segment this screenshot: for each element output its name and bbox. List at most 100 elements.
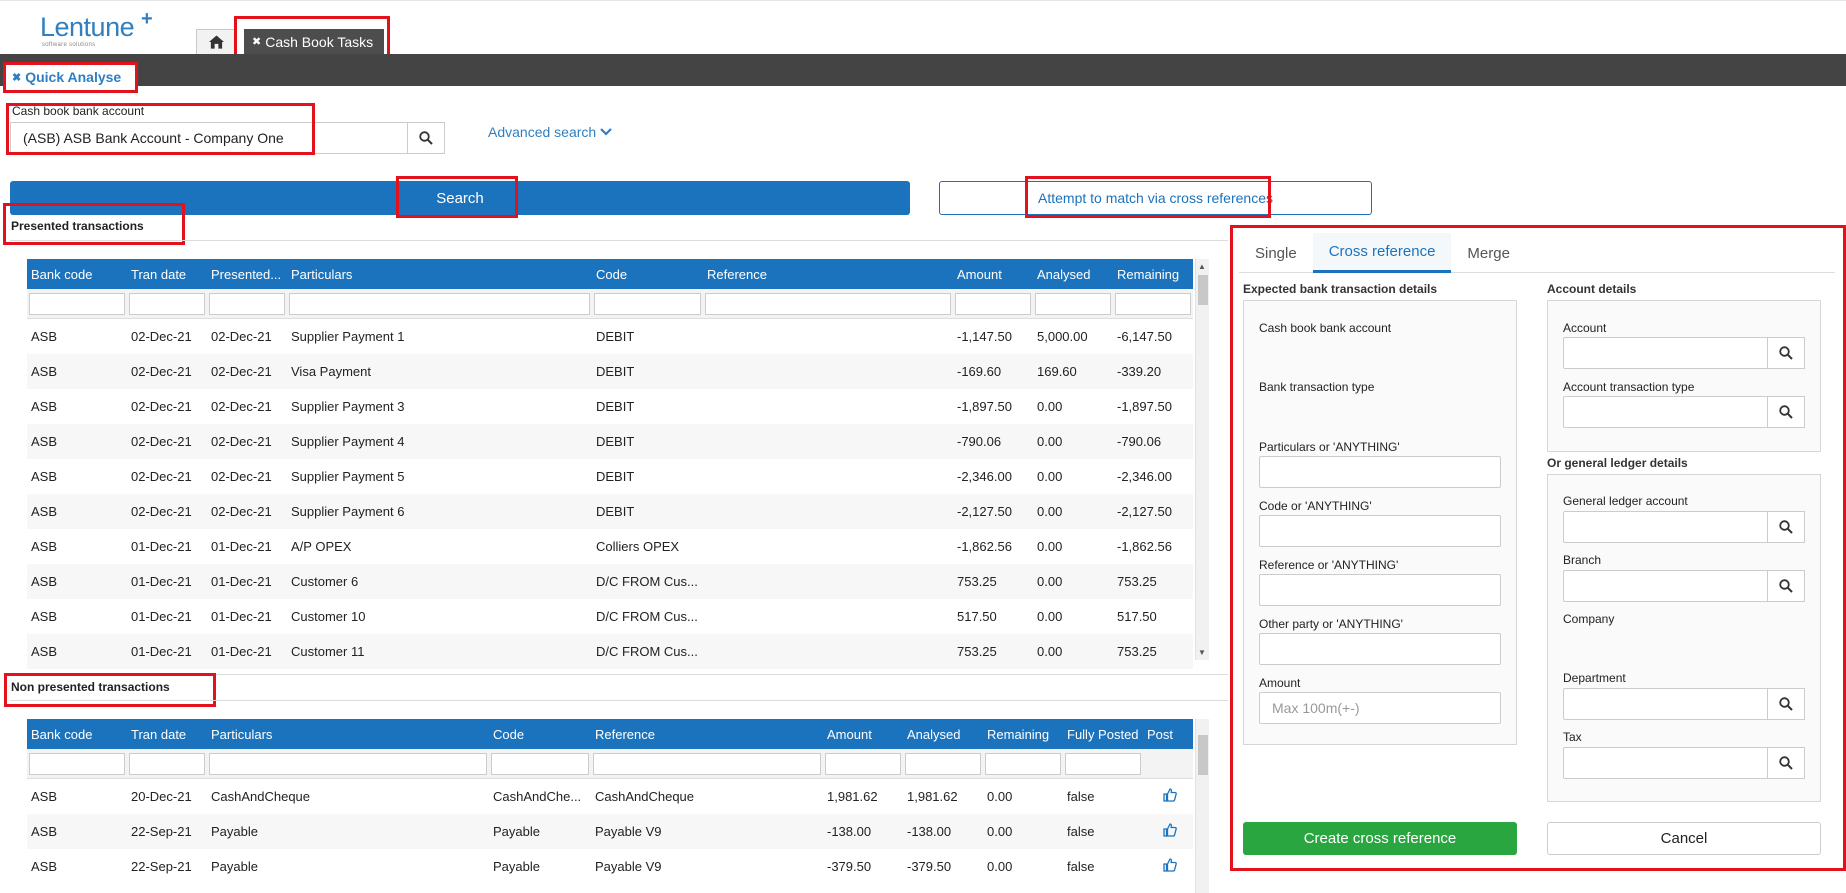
table-cell: Payable bbox=[211, 859, 258, 874]
table-cell: CashAndCheque bbox=[595, 789, 695, 804]
column-header[interactable]: Amount bbox=[823, 727, 903, 742]
column-header[interactable]: Amount bbox=[953, 267, 1033, 282]
filter-input[interactable] bbox=[825, 752, 901, 775]
table-row[interactable]: ASB 02-Dec-21 02-Dec-21 Supplier Payment 4 D… bbox=[27, 424, 1193, 459]
filter-input[interactable] bbox=[209, 752, 487, 775]
column-header[interactable]: Tran date bbox=[127, 727, 207, 742]
cash-book-account-search-button[interactable] bbox=[407, 122, 445, 154]
code-input[interactable] bbox=[1259, 515, 1501, 547]
filter-input[interactable] bbox=[705, 292, 951, 315]
table-row[interactable]: ASB 01-Dec-21 01-Dec-21 Customer 10 D/C FROM… bbox=[27, 599, 1193, 634]
amount-input[interactable]: Max 100m(+-) bbox=[1259, 692, 1501, 724]
column-header[interactable]: Analysed bbox=[903, 727, 983, 742]
table-row[interactable]: ASB 22-Sep-21 Payable Payable Payable V9 -138… bbox=[27, 814, 1193, 849]
column-header[interactable]: Reference bbox=[591, 727, 823, 742]
tax-input[interactable] bbox=[1563, 747, 1769, 779]
presented-scrollbar[interactable]: ▲ ▼ bbox=[1195, 259, 1209, 660]
match-cross-references-button[interactable]: Attempt to match via cross references bbox=[939, 181, 1372, 215]
table-cell: DEBIT bbox=[596, 434, 635, 449]
scroll-up-icon[interactable]: ▲ bbox=[1198, 262, 1206, 271]
column-header[interactable]: Particulars bbox=[287, 267, 592, 282]
table-row[interactable]: ASB 02-Dec-21 02-Dec-21 Supplier Payment 6 D… bbox=[27, 494, 1193, 529]
table-row[interactable]: ASB 02-Dec-21 02-Dec-21 Supplier Payment 5 D… bbox=[27, 459, 1193, 494]
account-tran-type-input[interactable] bbox=[1563, 396, 1769, 428]
column-header[interactable]: Particulars bbox=[207, 727, 489, 742]
tab-quick-analyse[interactable]: ✖ Quick Analyse bbox=[6, 62, 136, 92]
column-header[interactable]: Bank code bbox=[27, 267, 127, 282]
table-cell: ASB bbox=[31, 364, 58, 379]
filter-input[interactable] bbox=[29, 752, 125, 775]
close-icon[interactable]: ✖ bbox=[12, 71, 21, 84]
close-icon[interactable]: ✖ bbox=[252, 35, 261, 48]
tax-search-button[interactable] bbox=[1767, 747, 1805, 779]
filter-input[interactable] bbox=[209, 292, 285, 315]
post-button[interactable] bbox=[1143, 823, 1193, 840]
table-row[interactable]: ASB 20-Dec-21 CashAndCheque CashAndChe... Ca… bbox=[27, 779, 1193, 814]
filter-input[interactable] bbox=[593, 752, 821, 775]
scroll-down-icon[interactable]: ▼ bbox=[1198, 648, 1206, 657]
column-header[interactable]: Presented... bbox=[207, 267, 287, 282]
filter-input[interactable] bbox=[594, 292, 701, 315]
non-presented-scrollbar[interactable] bbox=[1195, 719, 1209, 893]
advanced-search-link[interactable]: Advanced search bbox=[488, 124, 612, 140]
column-header[interactable]: Tran date bbox=[127, 267, 207, 282]
table-row[interactable]: ASB 02-Dec-21 02-Dec-21 Supplier Payment 1 D… bbox=[27, 319, 1193, 354]
table-cell: 0.00 bbox=[1037, 644, 1063, 659]
account-input[interactable] bbox=[1563, 337, 1769, 369]
filter-input[interactable] bbox=[129, 292, 205, 315]
cash-book-account-input[interactable]: (ASB) ASB Bank Account - Company One bbox=[10, 122, 408, 154]
column-header[interactable]: Code bbox=[592, 267, 703, 282]
department-input[interactable] bbox=[1563, 688, 1769, 720]
filter-input[interactable] bbox=[955, 292, 1031, 315]
column-header[interactable]: Analysed bbox=[1033, 267, 1113, 282]
tab-cash-book-tasks[interactable]: ✖ Cash Book Tasks bbox=[244, 29, 384, 54]
column-header[interactable]: Reference bbox=[703, 267, 953, 282]
table-row[interactable]: ASB 22-Sep-21 Payable Payable Payable V9 -379… bbox=[27, 849, 1193, 884]
column-header[interactable]: Bank code bbox=[27, 727, 127, 742]
account-tran-type-search-button[interactable] bbox=[1767, 396, 1805, 428]
column-header[interactable]: Post bbox=[1143, 727, 1193, 742]
particulars-input[interactable] bbox=[1259, 456, 1501, 488]
column-header[interactable]: Fully Posted bbox=[1063, 727, 1143, 742]
gl-account-search-button[interactable] bbox=[1767, 511, 1805, 543]
home-tab[interactable] bbox=[196, 29, 236, 54]
table-cell: ASB bbox=[31, 539, 58, 554]
filter-input[interactable] bbox=[905, 752, 981, 775]
post-button[interactable] bbox=[1143, 858, 1193, 875]
other-party-input[interactable] bbox=[1259, 633, 1501, 665]
filter-input[interactable] bbox=[985, 752, 1061, 775]
filter-input[interactable] bbox=[1065, 752, 1141, 775]
cancel-button[interactable]: Cancel bbox=[1547, 822, 1821, 855]
tab-cross-reference[interactable]: Cross reference bbox=[1312, 233, 1452, 273]
table-cell: -1,862.56 bbox=[1117, 539, 1172, 554]
table-cell: 517.50 bbox=[1117, 609, 1157, 624]
table-row[interactable]: ASB 02-Dec-21 02-Dec-21 Visa Payment DEBIT -1… bbox=[27, 354, 1193, 389]
tab-single[interactable]: Single bbox=[1239, 233, 1313, 273]
column-header[interactable]: Remaining bbox=[983, 727, 1063, 742]
table-row[interactable]: ASB 01-Dec-21 01-Dec-21 Customer 11 D/C FROM… bbox=[27, 634, 1193, 669]
table-cell: ASB bbox=[31, 609, 58, 624]
reference-input[interactable] bbox=[1259, 574, 1501, 606]
gl-account-input[interactable] bbox=[1563, 511, 1769, 543]
table-row[interactable]: ASB 01-Dec-21 01-Dec-21 Customer 6 D/C FROM … bbox=[27, 564, 1193, 599]
create-cross-reference-button[interactable]: Create cross reference bbox=[1243, 822, 1517, 855]
account-search-button[interactable] bbox=[1767, 337, 1805, 369]
tab-merge[interactable]: Merge bbox=[1451, 233, 1526, 273]
scroll-thumb[interactable] bbox=[1198, 735, 1208, 775]
column-header[interactable]: Code bbox=[489, 727, 591, 742]
filter-input[interactable] bbox=[491, 752, 589, 775]
column-header[interactable]: Remaining bbox=[1113, 267, 1193, 282]
table-row[interactable]: ASB 02-Dec-21 02-Dec-21 Supplier Payment 3 D… bbox=[27, 389, 1193, 424]
branch-search-button[interactable] bbox=[1767, 570, 1805, 602]
filter-input[interactable] bbox=[129, 752, 205, 775]
filter-input[interactable] bbox=[29, 292, 125, 315]
filter-input[interactable] bbox=[1035, 292, 1111, 315]
search-button[interactable]: Search bbox=[10, 181, 910, 215]
department-search-button[interactable] bbox=[1767, 688, 1805, 720]
filter-input[interactable] bbox=[289, 292, 590, 315]
branch-input[interactable] bbox=[1563, 570, 1769, 602]
post-button[interactable] bbox=[1143, 788, 1193, 805]
scroll-thumb[interactable] bbox=[1198, 275, 1208, 305]
table-row[interactable]: ASB 01-Dec-21 01-Dec-21 A/P OPEX Colliers OP… bbox=[27, 529, 1193, 564]
filter-input[interactable] bbox=[1115, 292, 1191, 315]
